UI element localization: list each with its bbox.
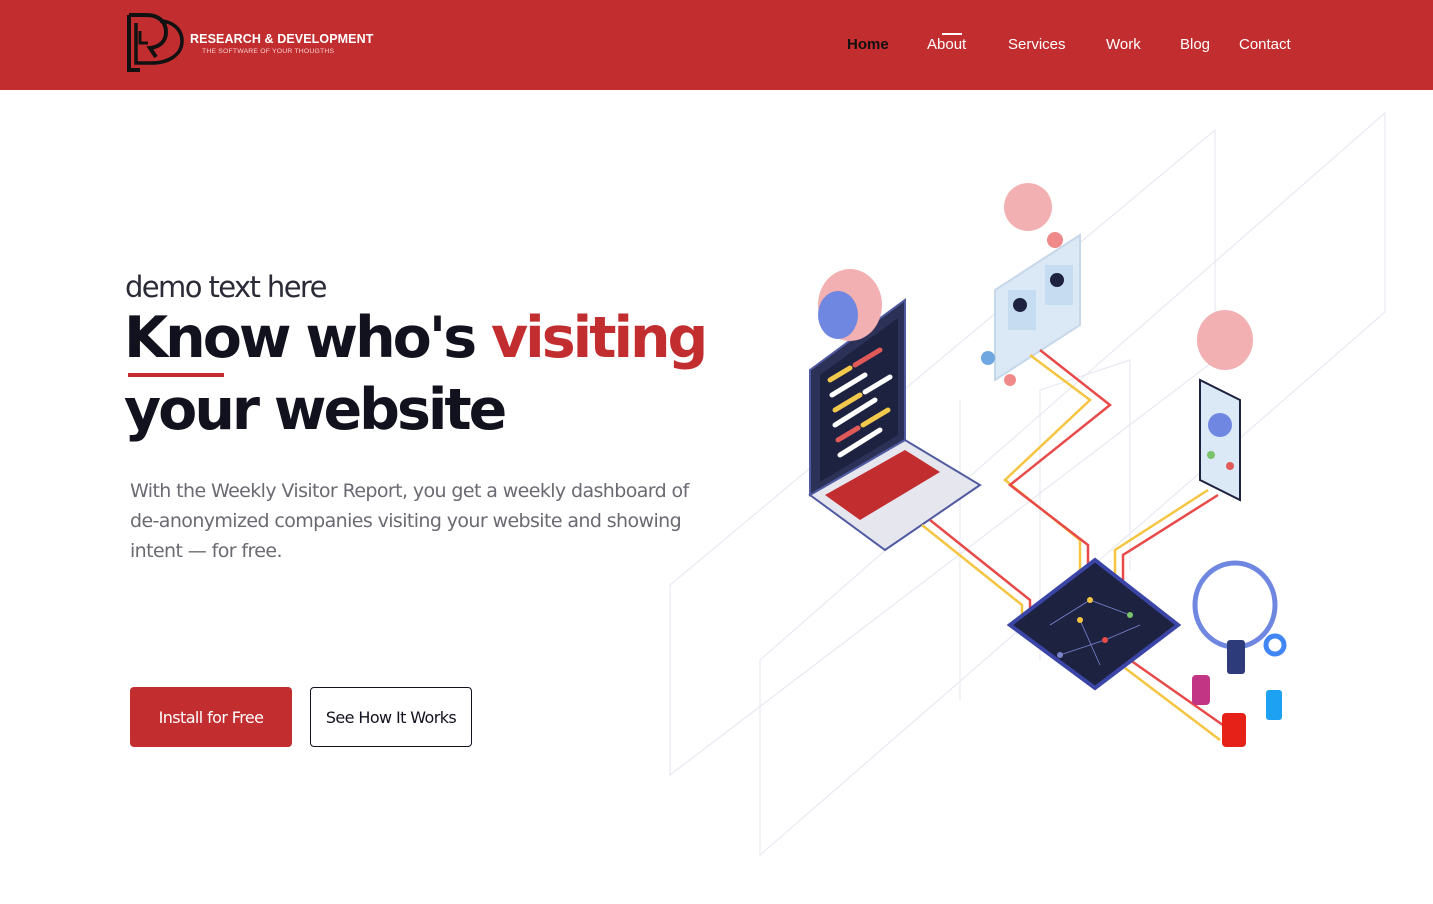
- nav-blog[interactable]: Blog: [1180, 36, 1210, 53]
- headline-accent-rule: [128, 373, 224, 377]
- nav-home[interactable]: Home: [847, 36, 889, 53]
- headline-part1: Know who's: [124, 305, 492, 371]
- see-how-it-works-button[interactable]: See How It Works: [310, 687, 472, 747]
- nav-about[interactable]: About: [927, 36, 966, 53]
- nav-contact[interactable]: Contact: [1239, 36, 1291, 53]
- nav-services[interactable]: Services: [1008, 36, 1066, 53]
- site-header: RESEARCH & DEVELOPMENT THE SOFTWARE OF Y…: [0, 0, 1433, 90]
- hero-description: With the Weekly Visitor Report, you get …: [130, 480, 689, 562]
- connection-lines: [921, 349, 1231, 741]
- google-icon: [1263, 633, 1287, 657]
- nav-hover-indicator: [942, 33, 962, 35]
- nav-work[interactable]: Work: [1106, 36, 1141, 53]
- twitter-icon: [1266, 690, 1282, 720]
- headline-part2: your website: [124, 377, 507, 443]
- instagram-icon: [1192, 675, 1210, 705]
- main-nav: Home About Services Work Blog Contact: [0, 36, 1433, 56]
- facebook-icon: [1227, 640, 1245, 674]
- hero-illustration: [669, 111, 1386, 857]
- headline-line-1: Know who's visiting: [124, 302, 708, 374]
- video-call-icon: [981, 232, 1081, 386]
- hero-kicker: demo text here: [125, 270, 327, 304]
- youtube-icon: [1222, 713, 1246, 747]
- chip-network-icon: [1006, 557, 1182, 691]
- install-free-button[interactable]: Install for Free: [130, 687, 292, 747]
- phone-contact-icon: [1199, 378, 1241, 502]
